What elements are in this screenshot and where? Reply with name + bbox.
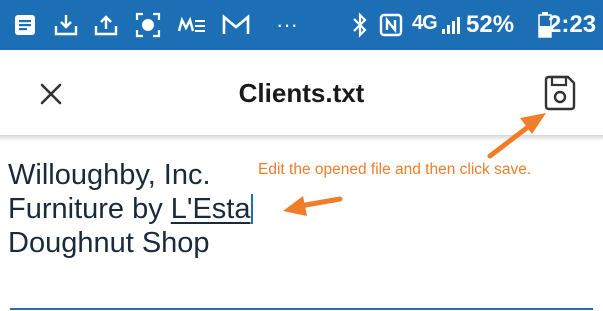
close-icon: [40, 83, 62, 105]
editor-underline: [10, 308, 593, 310]
nfc-icon: [378, 11, 404, 39]
clock: 2:23: [548, 11, 597, 38]
save-icon: [544, 75, 576, 111]
signal-icon: [440, 11, 462, 39]
editor-line: Doughnut Shop: [8, 227, 210, 259]
gmail-icon: [220, 11, 252, 39]
close-button[interactable]: [30, 73, 72, 115]
download-icon: [52, 11, 80, 39]
edited-word: L'Esta: [170, 193, 251, 225]
save-button[interactable]: [538, 71, 582, 115]
network-4g-icon: 4G: [412, 12, 438, 34]
mail-app-icon: [177, 11, 207, 39]
notes-icon: [12, 11, 38, 39]
more-dots-icon: ···: [276, 12, 298, 37]
status-bar: ··· 4G 52% 2:23: [0, 0, 603, 50]
battery-percent: 52%: [466, 11, 515, 38]
text-cursor: [250, 194, 253, 224]
annotation-text: Edit the opened file and then click save…: [258, 161, 532, 178]
file-title: Clients.txt: [238, 78, 365, 108]
upload-icon: [92, 11, 120, 39]
record-icon: [133, 11, 163, 39]
editor-line: Furniture by L'Esta: [8, 193, 253, 225]
app-bar-shadow: [0, 135, 603, 141]
bluetooth-icon: [350, 11, 370, 39]
